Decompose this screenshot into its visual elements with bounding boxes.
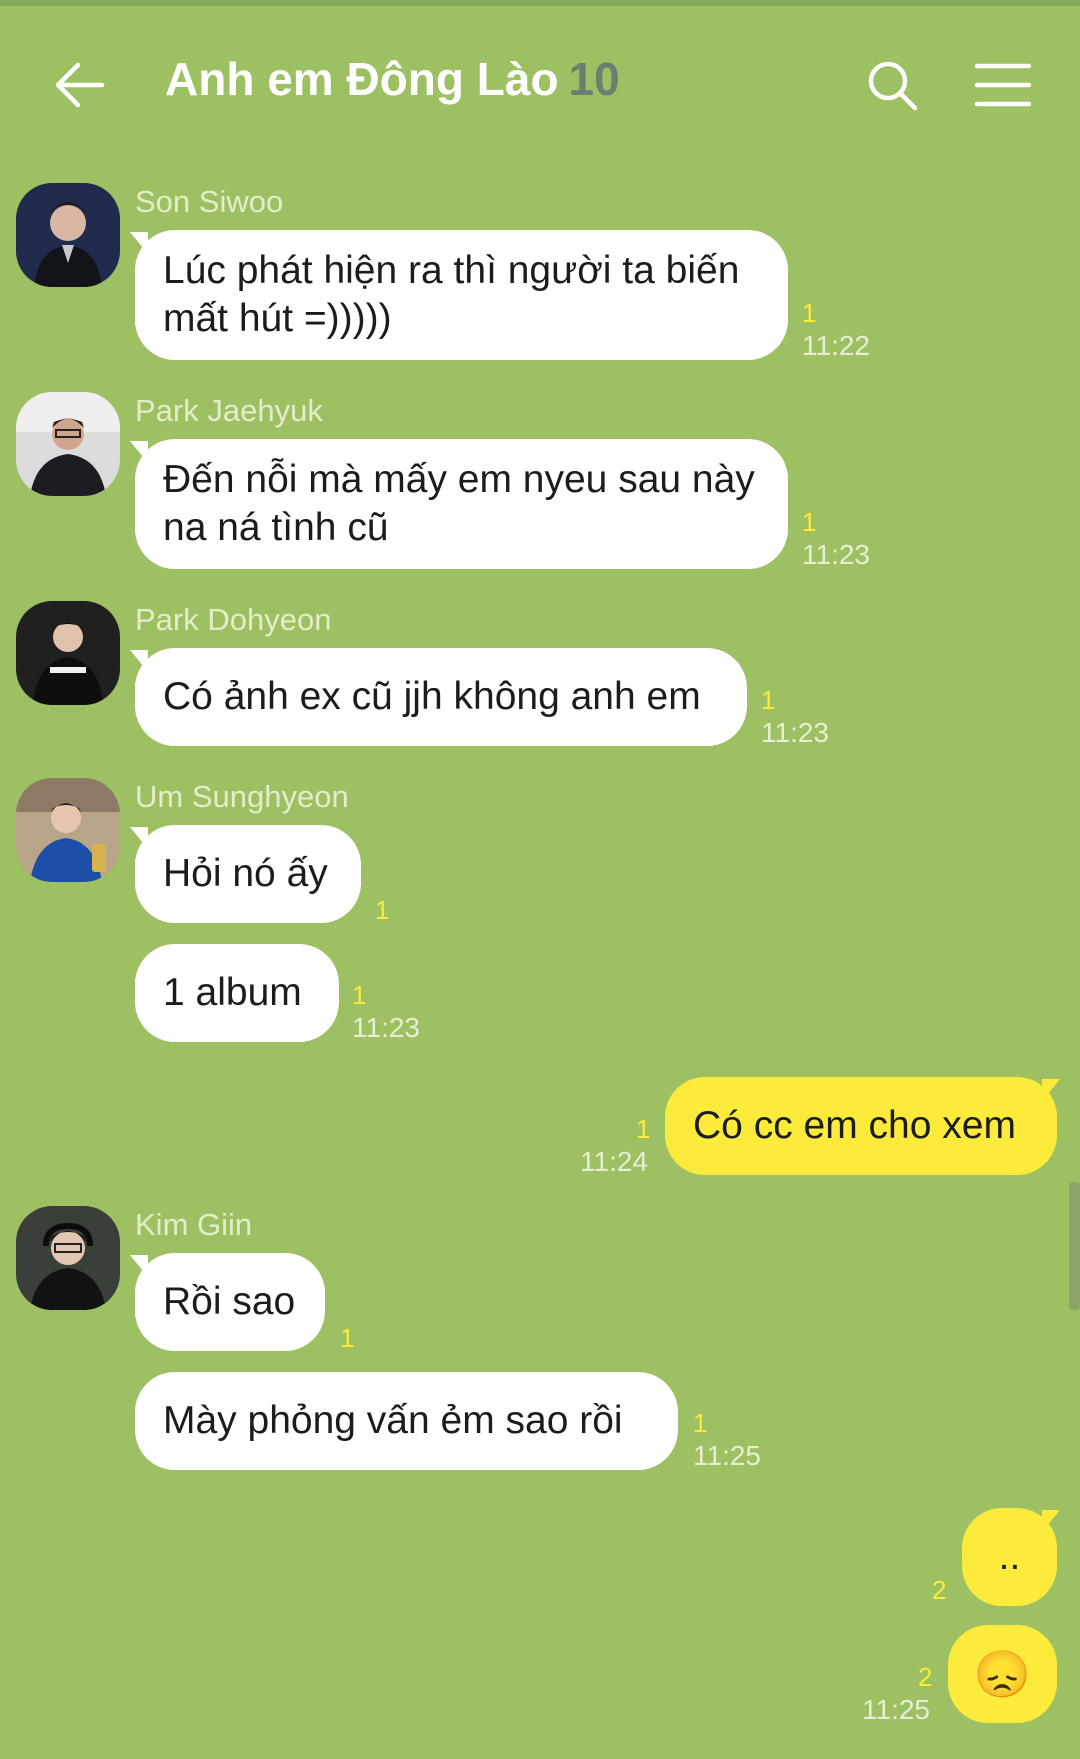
message-text: Lúc phát hiện ra thì người ta biến mất h… [163,249,740,340]
unread-count: 1 [761,685,776,715]
message-text: Hỏi nó ấy [163,852,328,895]
back-arrow-icon[interactable] [50,55,110,115]
sender-name: Um Sunghyeon [135,779,349,814]
message-bubble[interactable]: Rồi sao [135,1253,325,1351]
message-text: Có cc em cho xem [693,1104,1016,1147]
unread-count: 1 [802,507,817,537]
unread-count: 2 [932,1575,947,1605]
sender-name: Son Siwoo [135,184,284,219]
chat-header: Anh em Đông Lào 10 [0,0,1080,170]
unread-count: 1 [693,1408,708,1438]
my-message-bubble[interactable]: Có cc em cho xem [665,1077,1057,1175]
avatar[interactable] [16,601,120,705]
message-text: .. [998,1535,1021,1578]
message-bubble[interactable]: 1 album [135,944,339,1042]
message-text: Mày phỏng vấn ẻm sao rồi [163,1399,623,1442]
avatar[interactable] [16,1206,120,1310]
unread-count: 2 [918,1662,933,1692]
chat-title[interactable]: Anh em Đông Lào 10 [165,52,620,106]
message-time: 11:23 [352,1012,420,1043]
message-bubble[interactable]: Có ảnh ex cũ jjh không anh em [135,648,747,746]
sender-name: Kim Giin [135,1207,253,1242]
avatar[interactable] [16,778,120,882]
menu-icon[interactable] [974,60,1032,110]
message-bubble[interactable]: Lúc phát hiện ra thì người ta biến mất h… [135,230,788,360]
scrollbar[interactable] [1069,1182,1080,1310]
avatar[interactable] [16,183,120,287]
message-time: 11:22 [802,330,870,361]
message-text: Có ảnh ex cũ jjh không anh em [163,675,701,718]
message-time: 11:24 [580,1146,648,1177]
message-time: 11:25 [693,1440,761,1471]
my-message-bubble[interactable]: 😞 [948,1625,1057,1723]
sender-name: Park Dohyeon [135,602,332,637]
member-count: 10 [568,53,620,105]
message-text: Đến nỗi mà mấy em nyeu sau này na ná tìn… [163,458,755,549]
disappointed-emoji: 😞 [973,1648,1032,1700]
message-bubble[interactable]: Hỏi nó ấy [135,825,361,923]
message-time: 11:23 [802,539,870,570]
unread-count: 1 [802,298,817,328]
message-text: Rồi sao [163,1280,296,1323]
message-text: 1 album [163,971,302,1014]
my-message-bubble[interactable]: .. [962,1508,1057,1606]
message-time: 11:23 [761,717,829,748]
message-bubble[interactable]: Mày phỏng vấn ẻm sao rồi [135,1372,678,1470]
sender-name: Park Jaehyuk [135,393,323,428]
unread-count: 1 [352,980,367,1010]
unread-count: 1 [340,1323,355,1353]
unread-count: 1 [375,895,390,925]
avatar[interactable] [16,392,120,496]
message-time: 11:25 [862,1694,930,1725]
chat-name: Anh em Đông Lào [165,53,559,105]
message-bubble[interactable]: Đến nỗi mà mấy em nyeu sau này na ná tìn… [135,439,788,569]
unread-count: 1 [636,1114,651,1144]
search-icon[interactable] [865,58,921,114]
